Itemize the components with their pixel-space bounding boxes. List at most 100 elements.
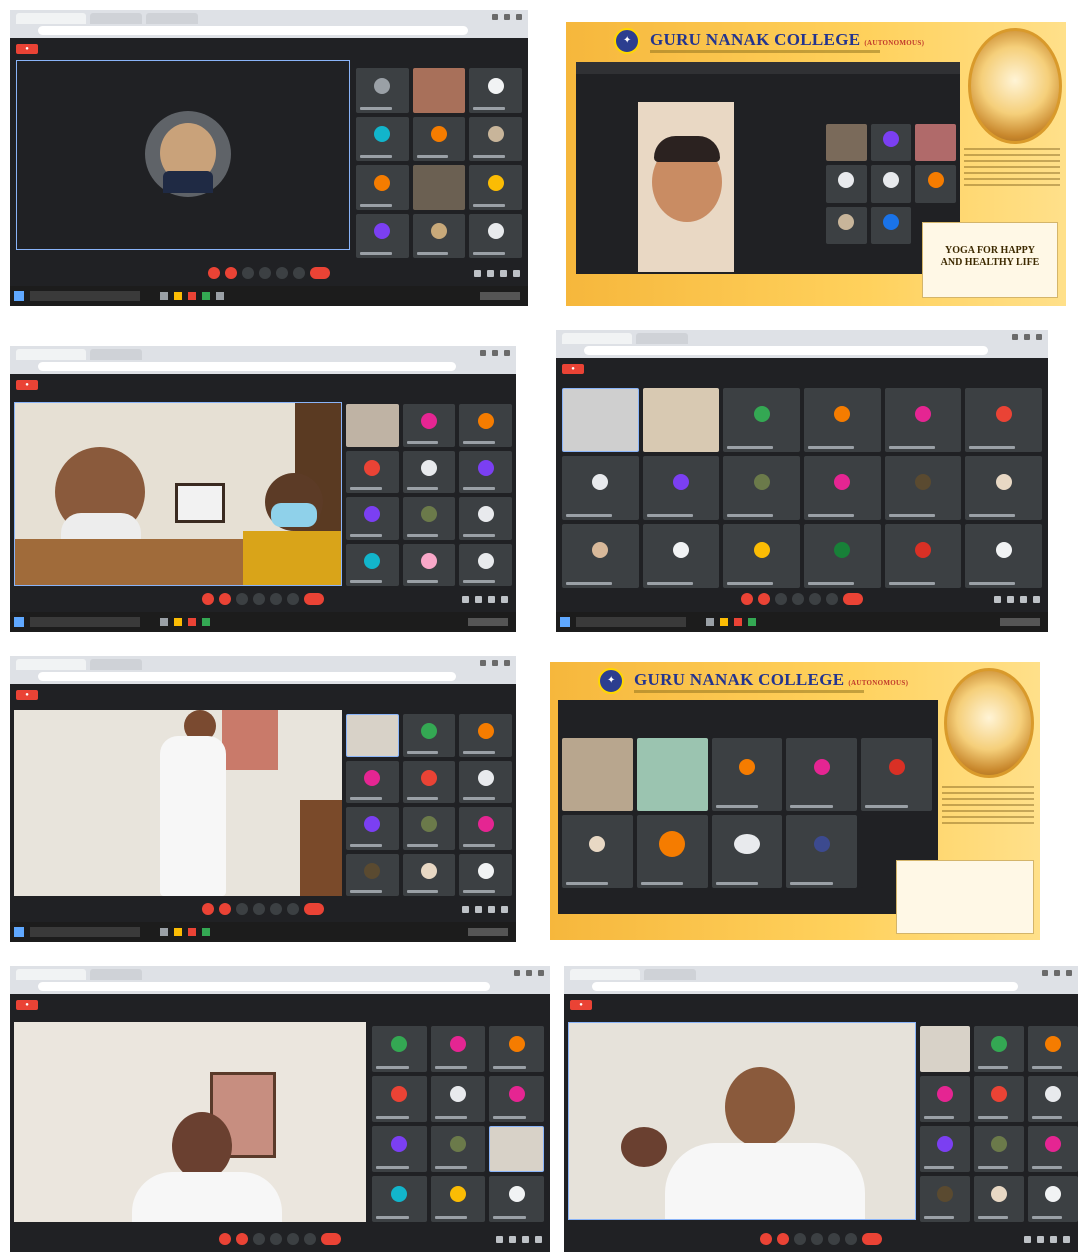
participant-tile[interactable] <box>356 165 409 210</box>
browser-tab[interactable] <box>90 13 142 24</box>
close-icon[interactable] <box>516 14 522 20</box>
close-icon[interactable] <box>504 660 510 666</box>
main-speaker-video[interactable] <box>568 1022 916 1220</box>
participant-tile[interactable] <box>870 124 912 162</box>
maximize-icon[interactable] <box>526 970 532 976</box>
participant-tile[interactable] <box>642 524 720 588</box>
camera-icon[interactable] <box>777 1233 789 1245</box>
minimize-icon[interactable] <box>480 660 486 666</box>
participant-tile[interactable] <box>372 1176 427 1222</box>
browser-tab[interactable] <box>16 349 86 360</box>
main-speaker-video[interactable] <box>16 60 350 250</box>
info-icon[interactable] <box>462 596 469 603</box>
participant-tile[interactable] <box>562 524 639 588</box>
participant-tile[interactable] <box>965 456 1042 520</box>
start-icon[interactable] <box>14 291 24 301</box>
maximize-icon[interactable] <box>492 350 498 356</box>
participant-tile[interactable] <box>489 1026 544 1072</box>
participant-tile[interactable] <box>826 165 867 203</box>
participant-tile[interactable] <box>723 524 800 588</box>
main-speaker-video[interactable] <box>14 710 342 896</box>
taskbar-search[interactable] <box>576 617 686 627</box>
info-icon[interactable] <box>1024 1236 1031 1243</box>
participant-tile[interactable] <box>642 456 720 520</box>
info-icon[interactable] <box>994 596 1001 603</box>
participant-tile[interactable] <box>489 1076 544 1122</box>
more-options-icon[interactable] <box>826 593 838 605</box>
present-icon[interactable] <box>276 267 288 279</box>
participant-tile[interactable] <box>974 1126 1024 1172</box>
end-call-icon[interactable] <box>304 593 324 605</box>
address-bar[interactable] <box>38 672 456 681</box>
participant-tile[interactable] <box>346 714 399 757</box>
participant-tile[interactable] <box>346 404 399 447</box>
mic-icon[interactable] <box>219 1233 231 1245</box>
participant-tile[interactable] <box>884 456 962 520</box>
participant-tile[interactable] <box>469 68 522 113</box>
captions-icon[interactable] <box>236 903 248 915</box>
participant-tile[interactable] <box>826 206 867 244</box>
browser-tab[interactable] <box>16 659 86 670</box>
people-icon[interactable] <box>1007 596 1014 603</box>
participant-tile[interactable] <box>430 1176 486 1222</box>
activities-icon[interactable] <box>501 906 508 913</box>
captions-icon[interactable] <box>242 267 254 279</box>
participant-tile[interactable] <box>1028 1126 1078 1172</box>
close-icon[interactable] <box>1066 970 1072 976</box>
participant-tile[interactable] <box>1028 1026 1078 1072</box>
participant-tile[interactable] <box>372 1076 427 1122</box>
browser-tab[interactable] <box>16 13 86 24</box>
people-icon[interactable] <box>487 270 494 277</box>
captions-icon[interactable] <box>794 1233 806 1245</box>
participant-tile[interactable] <box>459 404 512 447</box>
participant-tile[interactable] <box>915 124 956 162</box>
people-icon[interactable] <box>509 1236 516 1243</box>
close-icon[interactable] <box>504 350 510 356</box>
present-icon[interactable] <box>828 1233 840 1245</box>
participant-tile[interactable] <box>920 1076 970 1122</box>
participant-tile[interactable] <box>803 388 881 452</box>
people-icon[interactable] <box>1037 1236 1044 1243</box>
maximize-icon[interactable] <box>504 14 510 20</box>
address-bar[interactable] <box>38 362 456 371</box>
activities-icon[interactable] <box>535 1236 542 1243</box>
participant-tile[interactable] <box>786 815 858 888</box>
browser-tab[interactable] <box>16 969 86 980</box>
chat-icon[interactable] <box>1020 596 1027 603</box>
camera-icon[interactable] <box>219 903 231 915</box>
end-call-icon[interactable] <box>862 1233 882 1245</box>
participant-tile[interactable] <box>870 206 912 244</box>
participant-tile[interactable] <box>884 388 962 452</box>
participant-tile[interactable] <box>346 853 399 896</box>
participant-tile[interactable] <box>642 388 720 452</box>
raise-hand-icon[interactable] <box>259 267 271 279</box>
start-icon[interactable] <box>14 617 24 627</box>
present-icon[interactable] <box>287 1233 299 1245</box>
close-icon[interactable] <box>1036 334 1042 340</box>
participant-tile[interactable] <box>402 543 456 586</box>
more-options-icon[interactable] <box>845 1233 857 1245</box>
chat-icon[interactable] <box>1050 1236 1057 1243</box>
minimize-icon[interactable] <box>514 970 520 976</box>
participant-tile[interactable] <box>711 738 783 811</box>
address-bar[interactable] <box>584 346 988 355</box>
participant-tile[interactable] <box>412 165 466 210</box>
info-icon[interactable] <box>474 270 481 277</box>
participant-tile[interactable] <box>636 738 708 811</box>
participant-tile[interactable] <box>803 456 881 520</box>
participant-tile[interactable] <box>489 1126 544 1172</box>
chat-icon[interactable] <box>488 596 495 603</box>
activities-icon[interactable] <box>1063 1236 1070 1243</box>
participant-tile[interactable] <box>412 68 466 113</box>
participant-tile[interactable] <box>346 760 399 803</box>
participant-tile[interactable] <box>711 815 783 888</box>
participant-tile[interactable] <box>402 714 456 757</box>
mic-icon[interactable] <box>202 903 214 915</box>
participant-tile[interactable] <box>412 213 466 258</box>
participant-tile[interactable] <box>723 388 800 452</box>
participant-tile[interactable] <box>965 388 1042 452</box>
participant-tile[interactable] <box>489 1176 544 1222</box>
participant-tile[interactable] <box>372 1126 427 1172</box>
browser-tab[interactable] <box>90 969 142 980</box>
participant-tile[interactable] <box>915 165 956 203</box>
